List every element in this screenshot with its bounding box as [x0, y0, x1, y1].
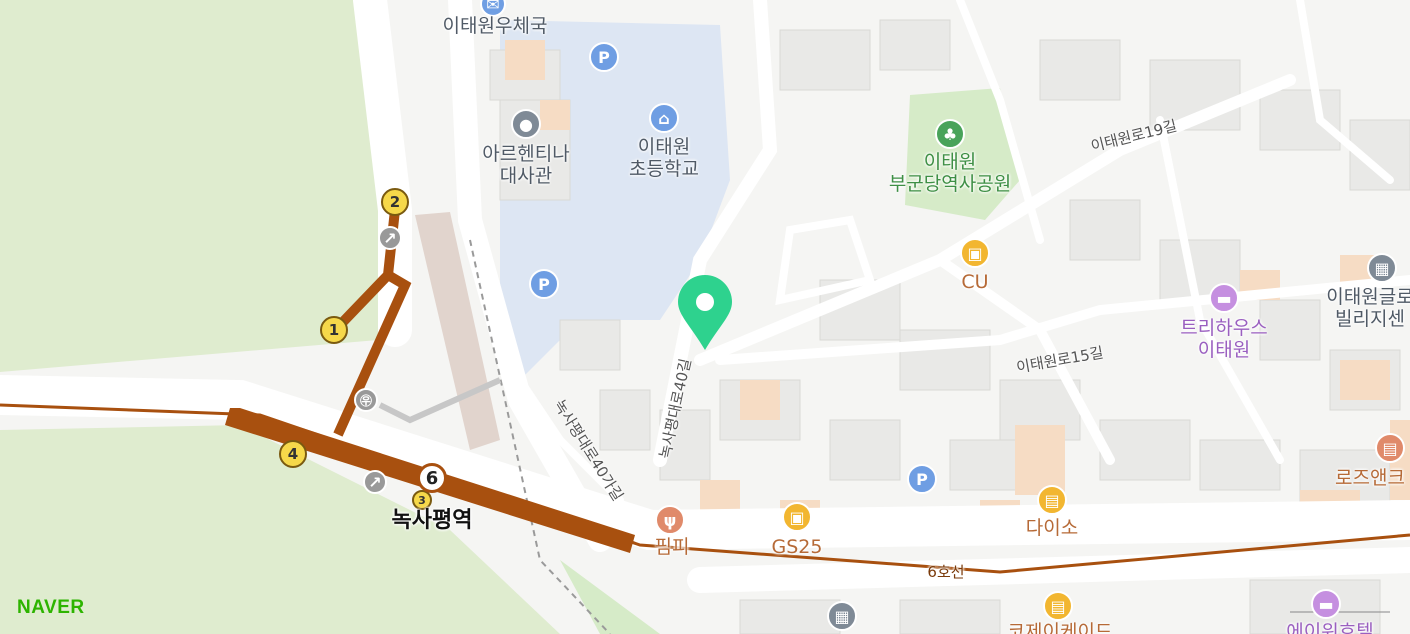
park-tree-icon[interactable]: ♣	[935, 119, 965, 149]
escalator-icon: ↗	[378, 226, 402, 250]
exit-4-badge[interactable]: 4	[279, 440, 307, 468]
exit-1-badge[interactable]: 1	[320, 316, 348, 344]
exit-2-badge[interactable]: 2	[381, 188, 409, 216]
daiso-label[interactable]: 다이소	[1026, 517, 1078, 540]
trihouse-label[interactable]: 트리하우스 이태원	[1180, 317, 1267, 362]
escalator-icon: ↗	[363, 470, 387, 494]
embassy-icon[interactable]: ●	[511, 109, 541, 139]
restaurant-icon[interactable]: ▤	[1375, 433, 1405, 463]
global-village-label[interactable]: 이태원글로 빌리지센	[1326, 286, 1410, 331]
parking-icon[interactable]: P	[589, 42, 619, 72]
hotel-icon[interactable]: ▬	[1311, 589, 1341, 619]
map-canvas[interactable]: 1 2 3 4 ↗ ↗ ㉾ 6 녹사평역 ✉ 이태원우체국 P P P ● 아르…	[0, 0, 1410, 634]
parking-icon[interactable]: P	[529, 269, 559, 299]
station-name[interactable]: 녹사평역	[392, 508, 473, 533]
hotel-label[interactable]: 에이워호텔	[1286, 621, 1373, 634]
naver-logo[interactable]: NAVER	[17, 597, 85, 619]
line-6-badge[interactable]: 6	[417, 463, 447, 493]
building-icon[interactable]: ▦	[1367, 253, 1397, 283]
park-label[interactable]: 이태원 부군당역사공원	[889, 151, 1011, 196]
convenience-store-icon[interactable]: ▣	[782, 502, 812, 532]
shopping-icon[interactable]: ▤	[1043, 591, 1073, 621]
embassy-label[interactable]: 아르헨티나 대사관	[482, 143, 569, 188]
post-office-label[interactable]: 이태원우체국	[443, 15, 548, 38]
exit-3-badge[interactable]: 3	[412, 490, 432, 510]
underpass-icon: ㉾	[354, 388, 378, 412]
building-icon[interactable]: ▦	[827, 601, 857, 631]
convenience-store-icon[interactable]: ▣	[960, 238, 990, 268]
restaurant-icon[interactable]: ψ	[655, 505, 685, 535]
line-6-label: 6호선	[927, 563, 965, 581]
gs25-label[interactable]: GS25	[772, 536, 823, 559]
parking-icon[interactable]: P	[907, 464, 937, 494]
school-icon[interactable]: ⌂	[649, 103, 679, 133]
shopping-icon[interactable]: ▤	[1037, 485, 1067, 515]
rose-label[interactable]: 로즈앤크	[1335, 467, 1405, 490]
hotel-icon[interactable]: ▬	[1209, 283, 1239, 313]
arcade-label[interactable]: 코제이케이드	[1008, 621, 1113, 634]
school-label[interactable]: 이태원 초등학교	[629, 136, 699, 181]
pimpi-label[interactable]: 핌피	[655, 536, 690, 559]
cu-label[interactable]: CU	[961, 271, 988, 294]
